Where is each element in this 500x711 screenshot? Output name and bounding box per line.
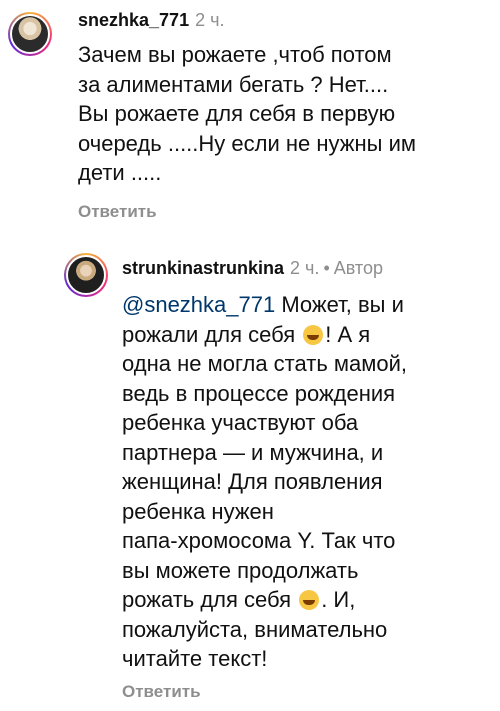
laughing-tears-emoji-icon xyxy=(299,590,320,610)
timestamp: 2 ч. xyxy=(195,10,225,30)
comment-line: Зачем вы рожаете ,чтоб потом xyxy=(78,42,392,67)
comment-line: ребенка участвуют оба xyxy=(122,410,359,435)
comment-meta: snezhka_771 2 ч. xyxy=(78,10,224,31)
reply-button[interactable]: Ответить xyxy=(78,202,157,222)
comment-line: папа-хромосома Y. Так что xyxy=(122,528,396,553)
comment-line: рожать для себя . И, xyxy=(122,587,356,612)
comment-line: ребенка нужен xyxy=(122,498,274,524)
comment-line: одна не могла стать мамой, xyxy=(122,351,408,376)
comment-line: читайте текст! xyxy=(122,646,268,671)
comment-line: Вы рожаете для себя в первую xyxy=(78,101,396,126)
avatar[interactable] xyxy=(8,12,52,56)
avatar[interactable] xyxy=(64,253,108,297)
comment-text: Зачем вы рожаете ,чтоб потом за алимента… xyxy=(78,40,498,188)
comment-line: рожали для себя ! А я xyxy=(122,321,371,347)
laughing-tears-emoji-icon xyxy=(303,324,324,345)
username[interactable]: snezhka_771 xyxy=(78,10,189,30)
comment-line: дети ..... xyxy=(78,160,162,185)
mention-link[interactable]: @snezhka_771 xyxy=(122,292,275,317)
reply-button[interactable]: Ответить xyxy=(122,682,201,702)
comment-line: ведь в процессе рождения xyxy=(122,380,396,406)
comment-text: @snezhka_771 Может, вы и рожали для себя… xyxy=(122,290,498,674)
comment-line: партнера — и мужчина, и xyxy=(122,439,384,465)
author-badge: Автор xyxy=(333,258,383,278)
comment-line: @snezhka_771 Может, вы и xyxy=(122,292,404,317)
comment-meta: strunkinastrunkina 2 ч. • Автор xyxy=(122,258,383,279)
comment-line: пожалуйста, внимательно xyxy=(122,616,388,642)
comment-line: очередь .....Ну если не нужны им xyxy=(78,130,416,156)
separator-dot: • xyxy=(323,258,330,278)
comment-line: женщина! Для появления xyxy=(122,469,383,494)
comment-line: за алиментами бегать ? Нет.... xyxy=(78,71,389,97)
comment-line: вы можете продолжать xyxy=(122,557,359,583)
timestamp: 2 ч. xyxy=(290,258,320,278)
username[interactable]: strunkinastrunkina xyxy=(122,258,284,278)
